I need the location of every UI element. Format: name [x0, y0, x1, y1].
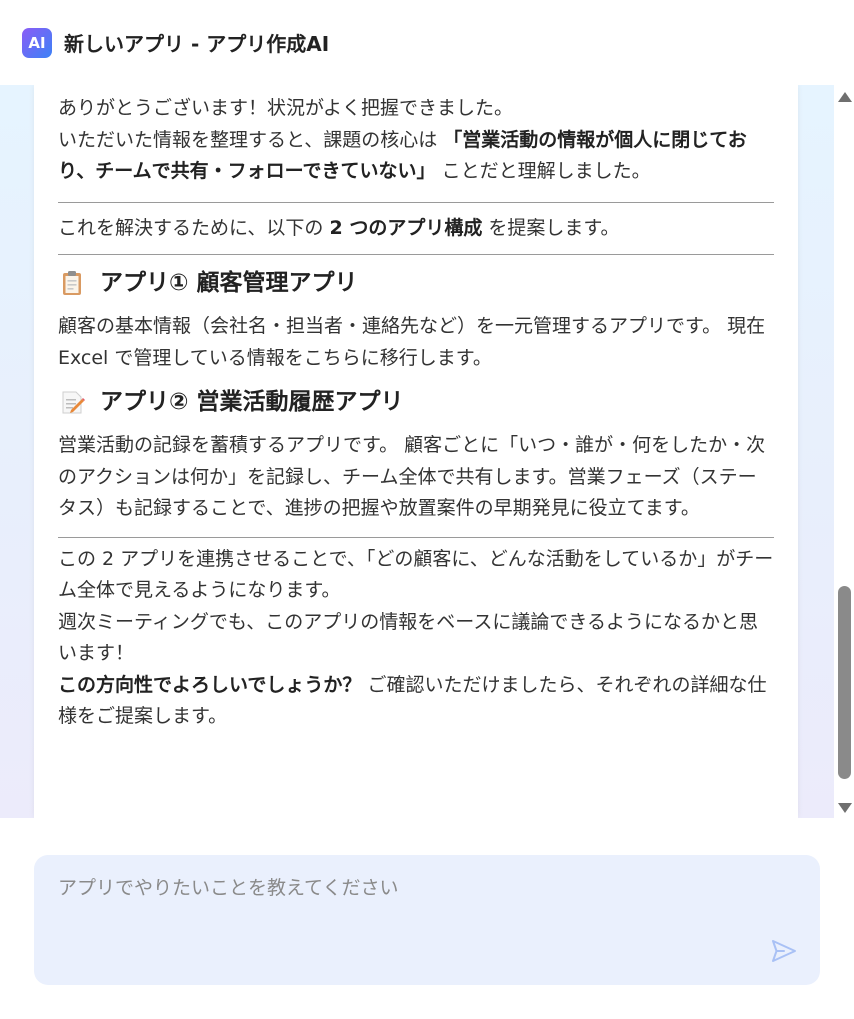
outro-line-2: 週次ミーティングでも、このアプリの情報をベースに議論できるようになるかと思います…: [58, 610, 758, 665]
page-title: 新しいアプリ - アプリ作成AI: [64, 32, 330, 56]
divider: [58, 201, 774, 203]
intro-text-end: ことだと理解しました。: [435, 160, 651, 182]
proposal-emphasis: 2 つのアプリ構成: [329, 216, 483, 239]
message-body: ありがとうございます！状況がよく把握できました。 いただいた情報を整理すると、課…: [58, 93, 774, 733]
app1-description: 顧客の基本情報（会社名・担当者・連絡先など）を一元管理するアプリです。 現在 E…: [58, 315, 766, 369]
app1-title: アプリ① 顧客管理アプリ: [100, 270, 358, 296]
proposal-paragraph: これを解決するために、以下の 2 つのアプリ構成 を提案します。: [58, 213, 774, 245]
app2-description: 営業活動の記録を蓄積するアプリです。 顧客ごとに「いつ・誰が・何をしたか・次のア…: [58, 434, 766, 519]
scroll-up-arrow-icon[interactable]: [838, 92, 852, 102]
app1-heading: アプリ① 顧客管理アプリ: [58, 263, 774, 303]
scrollbar-thumb[interactable]: [838, 586, 851, 779]
assistant-message: ありがとうございます！状況がよく把握できました。 いただいた情報を整理すると、課…: [34, 85, 798, 818]
app2-heading: アプリ② 営業活動履歴アプリ: [58, 382, 774, 422]
send-icon[interactable]: [770, 937, 798, 965]
app-logo: AI: [22, 27, 52, 58]
outro-paragraph: この 2 アプリを連携させることで、「どの顧客に、どんな活動をしているか」がチー…: [58, 544, 774, 733]
scroll-down-arrow-icon[interactable]: [838, 803, 852, 813]
outro-line-1: この 2 アプリを連携させることで、「どの顧客に、どんな活動をしているか」がチー…: [58, 547, 774, 602]
chat-area[interactable]: ありがとうございます！状況がよく把握できました。 いただいた情報を整理すると、課…: [0, 85, 854, 818]
message-composer[interactable]: アプリでやりたいことを教えてください: [34, 855, 820, 985]
chat-scrollbar[interactable]: [834, 85, 854, 818]
intro-text: いただいた情報を整理すると、課題の核心は: [58, 128, 444, 151]
message-paragraph: ありがとうございます！状況がよく把握できました。 いただいた情報を整理すると、課…: [58, 93, 774, 188]
app2-title: アプリ② 営業活動履歴アプリ: [100, 389, 404, 415]
message-input[interactable]: アプリでやりたいことを教えてください: [58, 873, 398, 900]
proposal-text: これを解決するために、以下の: [58, 216, 330, 239]
app-header: AI 新しいアプリ - アプリ作成AI: [0, 0, 854, 85]
intro-line: ありがとうございます！状況がよく把握できました。: [58, 97, 514, 119]
outro-question: この方向性でよろしいでしょうか？: [58, 673, 362, 696]
proposal-text-end: を提案します。: [482, 216, 620, 239]
divider: [58, 536, 774, 538]
divider: [58, 254, 774, 255]
clipboard-icon: [58, 269, 86, 297]
memo-icon: [58, 388, 86, 416]
